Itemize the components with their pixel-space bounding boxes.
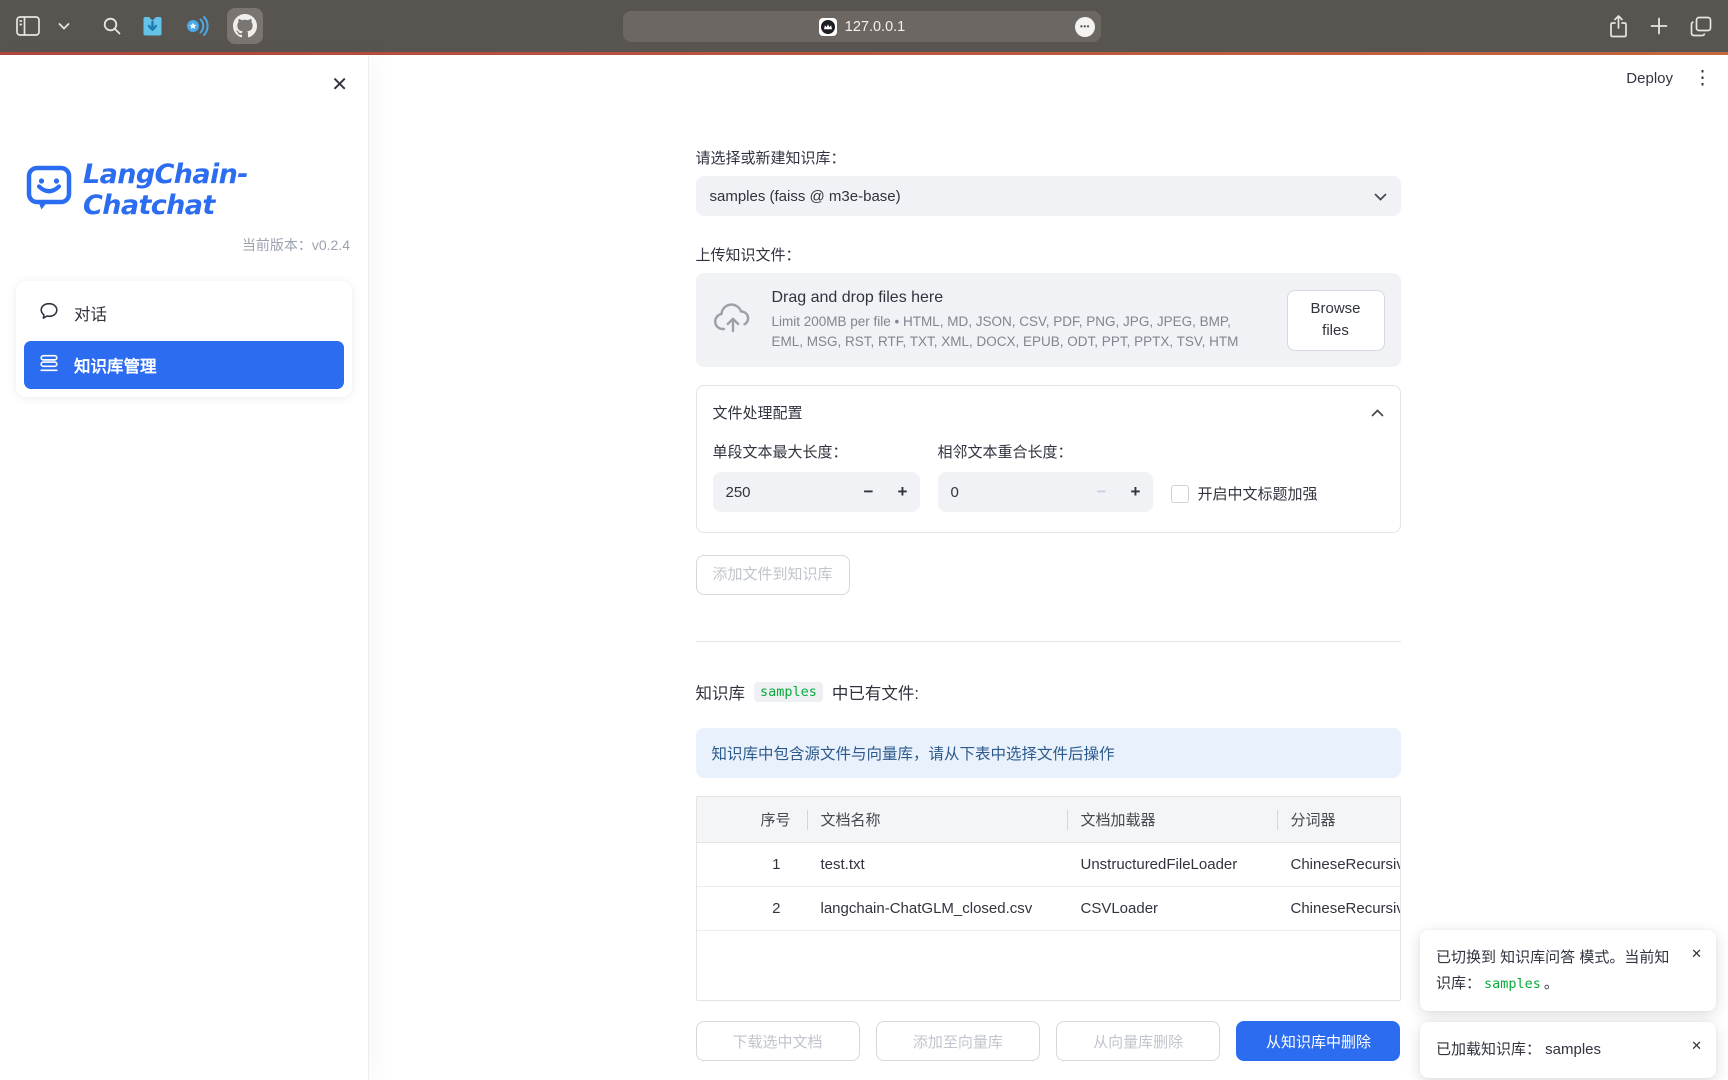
new-tab-icon[interactable] — [1650, 17, 1668, 35]
chunk-size-value: 250 — [713, 484, 852, 501]
deploy-button[interactable]: Deploy — [1626, 70, 1673, 87]
main-panel: 请选择或新建知识库： samples (faiss @ m3e-base) 上传… — [368, 55, 1728, 1080]
info-alert: 知识库中包含源文件与向量库，请从下表中选择文件后操作 — [696, 728, 1401, 778]
divider — [696, 641, 1401, 642]
sidebar-close-icon[interactable]: ✕ — [331, 75, 348, 95]
toast-text: 已加载知识库： samples — [1436, 1041, 1601, 1058]
pinned-tab-download-icon[interactable] — [140, 14, 165, 39]
dropzone-limit-text: Limit 200MB per file • HTML, MD, JSON, C… — [772, 312, 1264, 351]
table-row[interactable]: 2 langchain-ChatGLM_closed.csv CSVLoader… — [697, 887, 1400, 931]
delete-from-vectorstore-button[interactable]: 从向量库删除 — [1056, 1021, 1220, 1061]
cell-name: langchain-ChatGLM_closed.csv — [807, 900, 1067, 917]
chunk-plus-button[interactable]: + — [886, 482, 920, 502]
chevron-up-icon — [1371, 404, 1384, 421]
sidebar-item-knowledge-base[interactable]: 知识库管理 — [24, 341, 344, 389]
site-favicon — [819, 18, 837, 36]
cell-loader: CSVLoader — [1067, 900, 1277, 917]
col-header-name: 文档名称 — [807, 809, 1067, 831]
chat-bubble-icon — [38, 300, 60, 327]
cell-splitter: ChineseRecursiveText — [1277, 856, 1400, 873]
overlap-value: 0 — [938, 484, 1085, 501]
files-heading: 知识库 samples 中已有文件: — [696, 680, 1401, 704]
zh-title-enhance-checkbox[interactable] — [1171, 485, 1189, 503]
app-window: Deploy ⋮ ✕ LangChain-Chatchat 当前版本：v0.2.… — [0, 55, 1728, 1080]
toast-kb-code: samples — [1481, 976, 1544, 992]
file-config-expander: 文件处理配置 单段文本最大长度： 250 − + — [696, 385, 1401, 533]
chunk-minus-button[interactable]: − — [852, 482, 886, 502]
overlap-plus-button[interactable]: + — [1119, 482, 1153, 502]
cell-loader: UnstructuredFileLoader — [1067, 856, 1277, 873]
col-header-loader: 文档加载器 — [1067, 809, 1277, 831]
kb-select-label: 请选择或新建知识库： — [696, 147, 1401, 168]
browse-files-button[interactable]: Browse files — [1287, 290, 1385, 351]
col-header-splitter: 分词器 — [1277, 809, 1400, 831]
dropzone-title: Drag and drop files here — [772, 289, 1269, 307]
url-text: 127.0.0.1 — [845, 19, 905, 35]
delete-from-kb-button[interactable]: 从知识库中删除 — [1236, 1021, 1400, 1061]
download-selected-button[interactable]: 下载选中文档 — [696, 1021, 860, 1061]
file-dropzone[interactable]: Drag and drop files here Limit 200MB per… — [696, 273, 1401, 367]
table-actions: 下载选中文档 添加至向量库 从向量库删除 从知识库中删除 — [696, 1021, 1401, 1061]
stacked-bars-icon — [38, 352, 60, 379]
sidebar-item-dialogue[interactable]: 对话 — [24, 289, 344, 337]
kb-name-code: samples — [754, 682, 823, 702]
kb-selectbox[interactable]: samples (faiss @ m3e-base) — [696, 176, 1401, 216]
cell-splitter: ChineseRecursiveText — [1277, 900, 1400, 917]
zh-title-enhance-label: 开启中文标题加强 — [1198, 483, 1318, 504]
sidebar-item-label: 知识库管理 — [74, 353, 157, 377]
toast-close-icon[interactable]: ✕ — [1691, 1035, 1702, 1057]
sidebar-toggle-icon[interactable] — [16, 16, 40, 36]
chunk-size-label: 单段文本最大长度： — [713, 441, 920, 462]
toast-mode-switched: 已切换到 知识库问答 模式。当前知识库：samples。 ✕ — [1420, 930, 1716, 1011]
cell-name: test.txt — [807, 856, 1067, 873]
add-to-vectorstore-button[interactable]: 添加至向量库 — [876, 1021, 1040, 1061]
chunk-size-input[interactable]: 250 − + — [713, 472, 920, 512]
overlap-label: 相邻文本重合长度： — [938, 441, 1153, 462]
files-table[interactable]: 序号 文档名称 文档加载器 分词器 1 test.txt Unstructure… — [696, 796, 1401, 1001]
share-icon[interactable] — [1609, 15, 1628, 38]
cell-index: 2 — [697, 900, 807, 917]
table-header-row: 序号 文档名称 文档加载器 分词器 — [697, 797, 1400, 843]
address-bar[interactable]: 127.0.0.1 ••• — [623, 11, 1101, 42]
tab-overview-icon[interactable] — [1690, 16, 1712, 37]
toast-close-icon[interactable]: ✕ — [1691, 943, 1702, 965]
kb-selected-value: samples (faiss @ m3e-base) — [710, 188, 901, 205]
add-files-button[interactable]: 添加文件到知识库 — [696, 555, 850, 595]
sidebar-item-label: 对话 — [74, 301, 107, 325]
toast-kb-loaded: 已加载知识库： samples ✕ — [1420, 1022, 1716, 1078]
active-tab-chip[interactable] — [227, 8, 263, 44]
cell-index: 1 — [697, 856, 807, 873]
chat-smiley-logo-icon — [26, 164, 72, 217]
select-chevron-down-icon — [1374, 188, 1387, 205]
sidebar-menu: 对话 知识库管理 — [16, 281, 352, 397]
search-icon[interactable] — [102, 16, 122, 36]
upload-label: 上传知识文件： — [696, 244, 1401, 265]
app-logo: LangChain-Chatchat — [26, 159, 368, 221]
overlap-input[interactable]: 0 − + — [938, 472, 1153, 512]
cloud-upload-icon — [712, 302, 754, 339]
browser-toolbar: 127.0.0.1 ••• — [0, 0, 1728, 52]
version-text: 当前版本：v0.2.4 — [0, 235, 350, 255]
github-icon — [233, 14, 257, 38]
table-row[interactable]: 1 test.txt UnstructuredFileLoader Chines… — [697, 843, 1400, 887]
page-settings-icon[interactable]: ••• — [1075, 17, 1095, 37]
pinned-tab-circles-icon[interactable] — [183, 13, 209, 39]
expander-header[interactable]: 文件处理配置 — [713, 402, 1384, 423]
chevron-down-icon[interactable] — [58, 22, 70, 30]
expander-title: 文件处理配置 — [713, 402, 803, 423]
col-header-index: 序号 — [697, 809, 807, 831]
sidebar: ✕ LangChain-Chatchat 当前版本：v0.2.4 — [0, 55, 368, 1080]
overlap-minus-button[interactable]: − — [1085, 482, 1119, 502]
main-menu-icon[interactable]: ⋮ — [1693, 69, 1712, 88]
logo-text: LangChain-Chatchat — [83, 159, 368, 221]
